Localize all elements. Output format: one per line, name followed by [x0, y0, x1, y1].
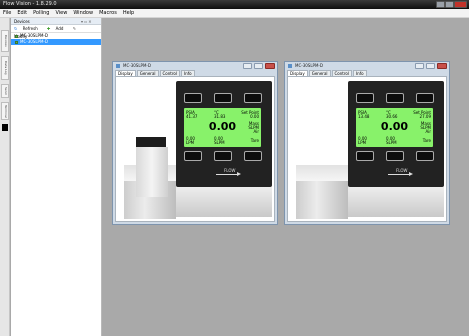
lcd-flow-unit: SLPM — [386, 140, 397, 145]
child-minimize-button[interactable] — [415, 63, 424, 69]
devices-panel-title: Devices — [14, 19, 30, 24]
device-base-left — [296, 181, 348, 219]
edit-icon: ✎ — [72, 26, 77, 31]
vtab-data-log[interactable]: Data Log — [1, 56, 9, 80]
top-left-button[interactable] — [184, 93, 202, 103]
flow-label: FLOW — [224, 168, 236, 173]
mass-flow-controller-image: PSIA 41.37 °C 31.83 Set Point 0.00 0.00 … — [124, 81, 272, 221]
lcd-pressure-value: 41.37 — [186, 114, 198, 119]
lcd-setpoint-value: 0.00 — [250, 114, 259, 119]
device-window-titlebar[interactable]: MC-30SLPM-D — [285, 62, 449, 70]
mdi-workspace: MC-30SLPM-D Display General Control Info PS… — [103, 18, 469, 336]
bottom-right-button[interactable] — [244, 151, 262, 161]
lcd-setpoint-value: 27.09 — [419, 114, 431, 119]
device-window-icon — [116, 64, 120, 68]
device-icon — [15, 34, 18, 38]
menu-view[interactable]: View — [52, 9, 70, 18]
device-connector — [136, 147, 168, 197]
device-faceplate: PSIA 13.48 °C 30.66 Set Point 27.09 0.00… — [348, 81, 444, 187]
top-right-button[interactable] — [416, 93, 434, 103]
child-close-button[interactable] — [265, 63, 275, 69]
vtab-terminal[interactable]: Terminal — [1, 102, 9, 120]
app-title-bar: Flow Vision - 1.8.29.0 — [0, 0, 469, 9]
bottom-left-button[interactable] — [184, 151, 202, 161]
lcd-display: PSIA 13.48 °C 30.66 Set Point 27.09 0.00… — [356, 108, 433, 147]
add-button[interactable]: ✚ Add — [47, 26, 67, 31]
devices-toolbar: ↻ Refresh ✚ Add ✎ Modify — [11, 25, 101, 39]
device-icon — [15, 40, 18, 44]
window-minimize-button[interactable] — [436, 1, 445, 8]
top-left-button[interactable] — [356, 93, 374, 103]
menu-edit[interactable]: Edit — [14, 9, 30, 18]
menu-macros[interactable]: Macros — [96, 9, 120, 18]
flow-arrow-icon — [388, 174, 410, 175]
display-tab-content: PSIA 13.48 °C 30.66 Set Point 27.09 0.00… — [287, 76, 447, 222]
lcd-temp-value: 30.66 — [386, 114, 398, 119]
lcd-gas: Air — [425, 129, 432, 134]
mass-flow-controller-image: PSIA 13.48 °C 30.66 Set Point 27.09 0.00… — [296, 81, 444, 221]
device-list-item-selected[interactable]: MC-30SLPM-D — [11, 39, 101, 45]
window-maximize-button[interactable] — [445, 1, 454, 8]
top-center-button[interactable] — [214, 93, 232, 103]
lcd-gas: Air — [253, 129, 260, 134]
add-icon: ✚ — [47, 26, 51, 31]
lcd-volumetric-unit: LPM — [358, 140, 367, 145]
lcd-volumetric-unit: LPM — [186, 140, 195, 145]
side-tab-strip: Devices Data Log Send Terminal — [0, 18, 10, 336]
bottom-right-button[interactable] — [416, 151, 434, 161]
flow-arrowhead-icon — [409, 172, 413, 176]
lcd-tare-label: Tare — [250, 138, 259, 143]
bottom-left-button[interactable] — [356, 151, 374, 161]
device-window-1[interactable]: MC-30SLPM-D Display General Control Info PS… — [112, 61, 278, 225]
lcd-tare-label: Tare — [422, 138, 431, 143]
top-right-button[interactable] — [244, 93, 262, 103]
menu-bar: File Edit Polling View Window Macros Help — [0, 9, 469, 18]
refresh-icon: ↻ — [14, 26, 18, 31]
lcd-flow-unit: SLPM — [214, 140, 225, 145]
window-close-button[interactable] — [454, 1, 467, 8]
devices-panel: Devices ▾ ▫ ✕ ↻ Refresh ✚ Add ✎ Modify M… — [11, 18, 102, 336]
lcd-display: PSIA 41.37 °C 31.83 Set Point 0.00 0.00 … — [184, 108, 261, 147]
refresh-button[interactable]: ↻ Refresh — [14, 26, 42, 31]
device-window-title: MC-30SLPM-D — [123, 63, 151, 68]
vtab-devices[interactable]: Devices — [1, 30, 9, 52]
flow-arrowhead-icon — [237, 172, 241, 176]
device-window-icon — [288, 64, 292, 68]
lcd-temp-value: 31.83 — [214, 114, 226, 119]
lcd-pressure-value: 13.48 — [358, 114, 370, 119]
side-color-swatch — [2, 124, 8, 131]
app-title: Flow Vision - 1.8.29.0 — [3, 1, 57, 7]
bottom-center-button[interactable] — [214, 151, 232, 161]
top-center-button[interactable] — [386, 93, 404, 103]
menu-help[interactable]: Help — [120, 9, 137, 18]
menu-file[interactable]: File — [0, 9, 14, 18]
device-faceplate: PSIA 41.37 °C 31.83 Set Point 0.00 0.00 … — [176, 81, 272, 187]
flow-label: FLOW — [396, 168, 408, 173]
panel-controls[interactable]: ▾ ▫ ✕ — [81, 18, 92, 25]
child-close-button[interactable] — [437, 63, 447, 69]
bottom-center-button[interactable] — [386, 151, 404, 161]
child-maximize-button[interactable] — [426, 63, 435, 69]
child-minimize-button[interactable] — [243, 63, 252, 69]
device-window-titlebar[interactable]: MC-30SLPM-D — [113, 62, 277, 70]
menu-window[interactable]: Window — [70, 9, 96, 18]
devices-panel-header: Devices ▾ ▫ ✕ — [11, 18, 101, 25]
device-window-2[interactable]: MC-30SLPM-D Display General Control Info PS… — [284, 61, 450, 225]
child-maximize-button[interactable] — [254, 63, 263, 69]
vtab-send[interactable]: Send — [1, 84, 9, 98]
display-tab-content: PSIA 41.37 °C 31.83 Set Point 0.00 0.00 … — [115, 76, 275, 222]
flow-arrow-icon — [216, 174, 238, 175]
device-connector-cap — [136, 137, 166, 147]
menu-polling[interactable]: Polling — [30, 9, 52, 18]
device-window-title: MC-30SLPM-D — [295, 63, 323, 68]
